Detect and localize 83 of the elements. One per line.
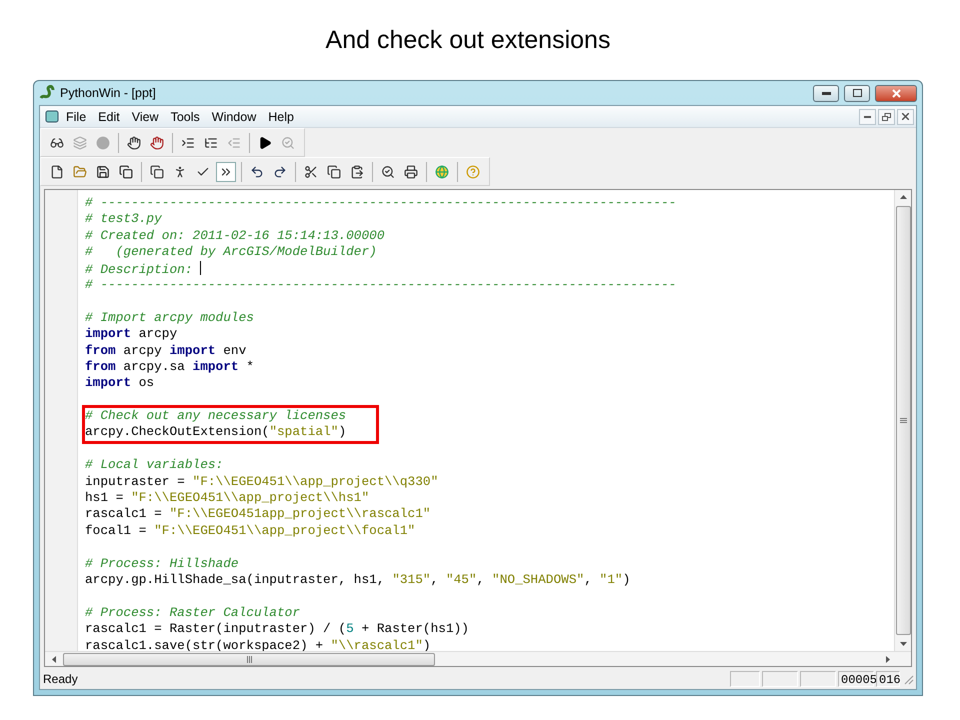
menu-item[interactable]: Tools	[164, 110, 206, 124]
grip-icon	[246, 656, 252, 662]
code-editor[interactable]	[44, 189, 912, 667]
maximize-button[interactable]	[844, 84, 870, 102]
code-line: focal1 = "F:\\EGEO451\\app_project\\focal1"	[85, 522, 416, 540]
code-line: from arcpy.sa import *	[85, 358, 254, 376]
code-line: # Process: Raster Calculator	[85, 604, 302, 622]
code-line: # test3.py	[85, 211, 163, 228]
layers-icon	[73, 136, 87, 150]
code-line: # Import arcpy modules	[85, 310, 254, 326]
scroll-down-icon[interactable]	[900, 641, 906, 647]
maximize-icon	[852, 89, 862, 97]
crossed-hand-icon	[150, 136, 164, 150]
cut-icon	[304, 164, 318, 178]
menu-item[interactable]: Window	[206, 110, 262, 124]
menu-item[interactable]: Edit	[92, 110, 126, 124]
snake-icon	[39, 85, 55, 101]
step-out-icon	[227, 136, 241, 150]
code-line: # Description:	[85, 260, 676, 277]
play-icon	[258, 136, 272, 150]
status-message: Ready	[43, 672, 79, 686]
redo-icon	[273, 164, 287, 178]
scroll-up-icon[interactable]	[900, 194, 906, 200]
code-line: rascalc1 = "F:\\EGEO451app_project\\rascalc1"	[85, 506, 432, 523]
code-line: import arcpy	[85, 326, 178, 343]
restore-button[interactable]	[878, 108, 895, 124]
help-icon	[466, 164, 480, 178]
code-line: # ---------------------------------------------------------------------------	[85, 195, 676, 212]
code-line: # Process: Hillshade	[85, 556, 240, 572]
scroll-left-icon[interactable]	[51, 656, 57, 662]
code-line: hs1 = "F:\\EGEO451\\app_project\\hs1"	[85, 490, 370, 506]
run-icon	[173, 164, 187, 178]
printer-icon	[404, 164, 418, 178]
code-line: rascalc1.save(str(workspace2) + "\\rascalc1")	[85, 638, 432, 651]
scroll-right-icon[interactable]	[885, 656, 891, 662]
code-line: # ---------------------------------------------------------------------------	[85, 276, 676, 294]
menu-item[interactable]: View	[126, 110, 165, 124]
hand-icon	[127, 136, 141, 150]
line-number: 00005	[838, 671, 874, 687]
code-line: # (generated by ArcGIS/ModelBuilder)	[85, 244, 378, 261]
close-button[interactable]	[897, 108, 914, 124]
print-preview-icon	[381, 164, 395, 178]
slide-title: And check out extensions	[326, 26, 610, 54]
indent-button[interactable]	[216, 162, 236, 182]
new-file-icon	[50, 164, 64, 178]
status-pane	[730, 671, 760, 687]
minimize-button[interactable]	[859, 108, 876, 124]
globe-icon	[435, 164, 449, 178]
save-icon	[96, 164, 110, 178]
scroll-thumb[interactable]	[63, 652, 435, 666]
column-number: 016	[876, 671, 900, 687]
glasses-icon	[50, 136, 64, 150]
dot-icon	[96, 136, 110, 150]
paste-icon	[350, 164, 364, 178]
code-line: import os	[85, 375, 156, 392]
code-line: arcpy.CheckOutExtension("spatial")	[85, 424, 346, 441]
code-line: arcpy.gp.HillShade_sa(inputraster, hs1, "315", "45", "NO_SHADOWS", "1")	[85, 572, 630, 588]
minimize-icon	[864, 116, 871, 118]
close-icon	[892, 88, 900, 98]
close-icon	[902, 113, 909, 120]
size-grip-icon	[902, 673, 914, 685]
code-line: # Created on: 2011-02-16 15:14:13.00000	[85, 228, 386, 244]
undo-icon	[250, 164, 264, 178]
close-button[interactable]	[875, 84, 917, 102]
minimize-icon	[822, 92, 830, 94]
code-line: rascalc1 = Raster(inputraster) / (5 + Raster(hs1))	[85, 621, 469, 638]
code-line: inputraster = "F:\\EGEO451\\app_project\\q330"	[85, 474, 438, 490]
grip-icon	[900, 418, 906, 423]
code-line: # Local variables:	[85, 457, 224, 474]
copy-icon	[327, 164, 341, 178]
open-folder-icon	[73, 164, 87, 178]
restore-icon	[882, 112, 891, 120]
code-line: from arcpy import env	[85, 342, 248, 359]
window-title: PythonWin - [ppt]	[60, 86, 156, 100]
minimize-button[interactable]	[813, 84, 839, 102]
step-in-icon	[181, 136, 195, 150]
status-pane	[800, 671, 836, 687]
document-icon	[44, 108, 60, 124]
code-line: # Check out any necessary licenses	[85, 408, 346, 424]
scroll-thumb[interactable]	[896, 206, 910, 635]
menu-item[interactable]: Help	[262, 110, 300, 124]
menu-item[interactable]: File	[60, 110, 92, 124]
status-pane	[762, 671, 798, 687]
